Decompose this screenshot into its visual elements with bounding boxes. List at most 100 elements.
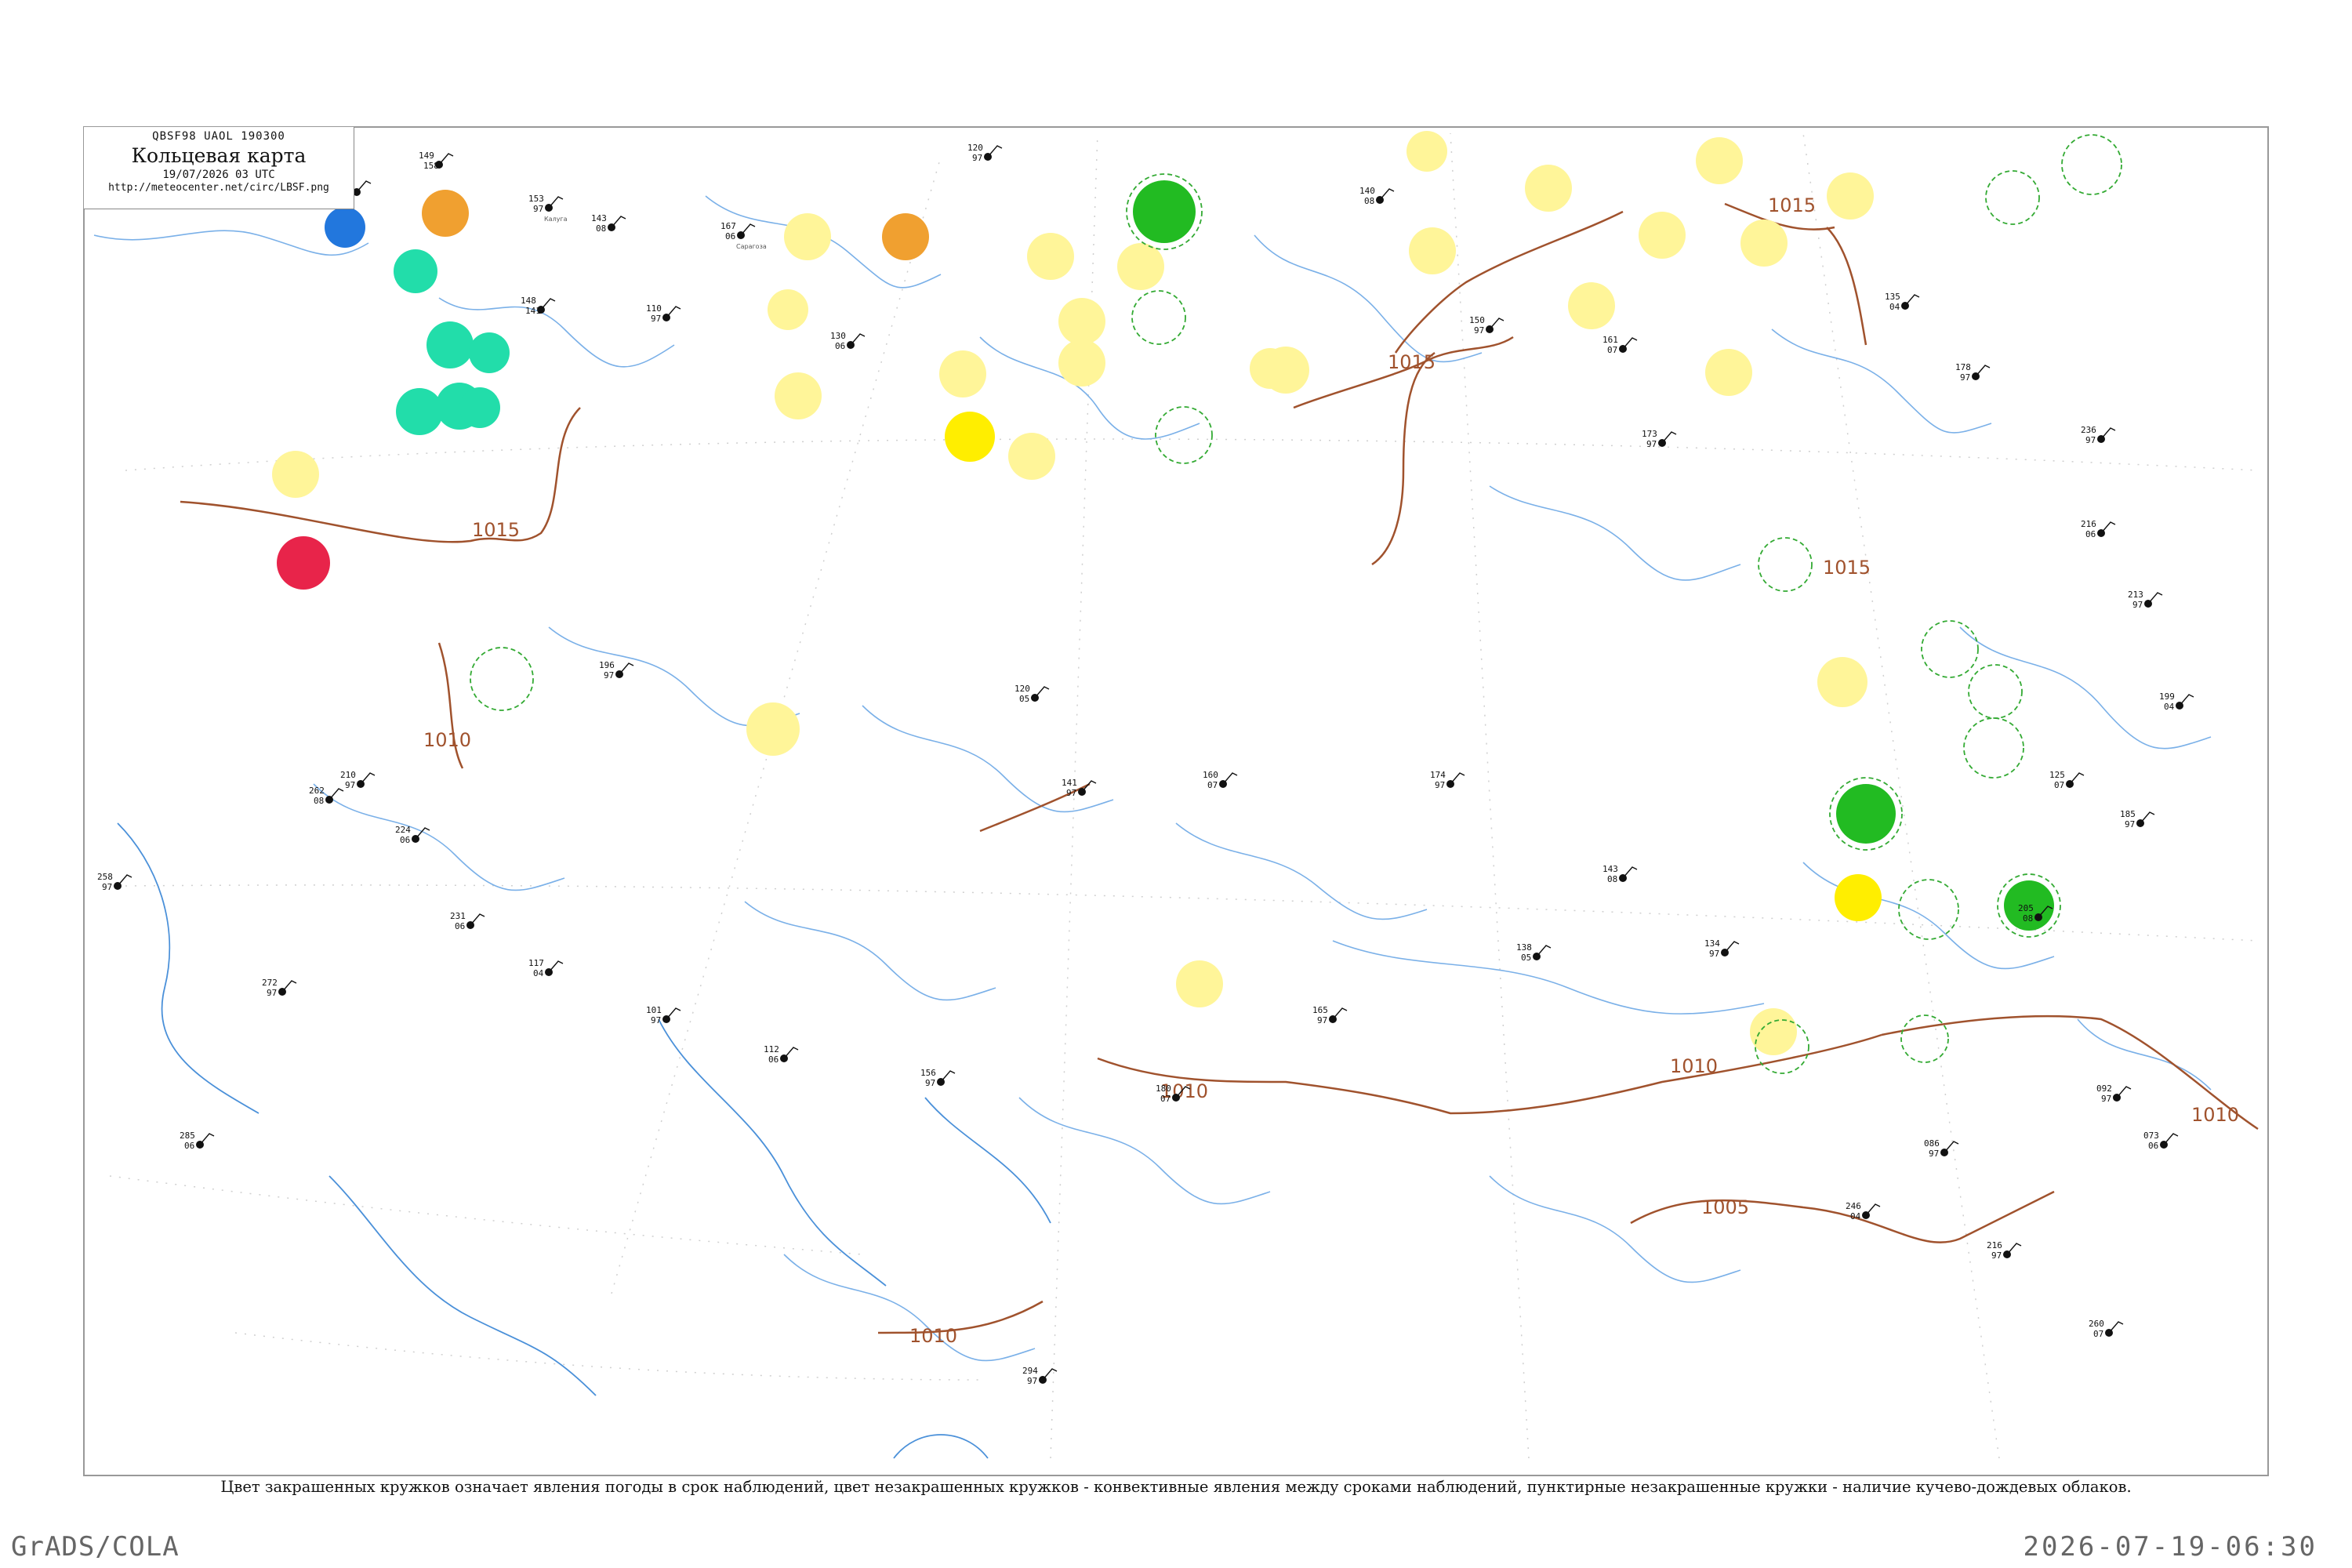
wind-barb [1450, 772, 1465, 785]
station-pressure: 97 [1474, 325, 1484, 336]
station-plot: 19697 [599, 660, 634, 681]
station-pressure: 97 [1435, 780, 1445, 790]
station-temp: 205 [2018, 903, 2034, 913]
station-pressure: 08 [314, 796, 324, 806]
station-plot: 10197 [646, 1005, 681, 1025]
station-temp: 213 [2128, 590, 2143, 600]
wind-barb [1042, 1368, 1058, 1381]
wind-barb [117, 874, 132, 887]
wind-barb [1975, 365, 1991, 377]
isobar-label: 1015 [1768, 194, 1816, 216]
station-name: Калуга [544, 216, 568, 223]
haze-circle [1176, 960, 1223, 1007]
wind-barb [2179, 694, 2194, 706]
haze-circle [1406, 131, 1447, 172]
haze-circle [1008, 433, 1055, 480]
shower-circle [469, 332, 510, 373]
station-pressure: 04 [2164, 702, 2175, 712]
station-plot: 12097 [967, 143, 1003, 163]
station-pressure: 07 [1607, 345, 1617, 355]
station-pressure: 05 [1521, 953, 1531, 963]
station-pressure: 97 [1991, 1250, 2002, 1261]
map-title: Кольцевая карта [131, 144, 307, 167]
wind-barb [328, 788, 344, 800]
station-pressure: 06 [725, 231, 735, 241]
haze-circle [1117, 243, 1164, 290]
station-pressure: 04 [1889, 302, 1900, 312]
wind-barb [281, 980, 297, 993]
station-plot: 16007 [1203, 770, 1238, 790]
storm-circle [277, 536, 330, 590]
wind-barb [1536, 945, 1552, 957]
wind-barb [619, 662, 634, 675]
station-plot: 24604 [1846, 1201, 1881, 1221]
isobars [180, 202, 2259, 1334]
weather-map: 1015 1015 1015 1015 1010 1010 1010 1010 … [83, 126, 2269, 1476]
haze-circle [1817, 657, 1867, 707]
station-pressure: 97 [925, 1078, 935, 1088]
haze-circle [746, 702, 800, 756]
haze-circle [1250, 348, 1290, 389]
station-temp: 135 [1885, 292, 1900, 302]
station-temp: 073 [2143, 1131, 2159, 1141]
station-temp: 216 [1987, 1240, 2002, 1250]
station-pressure: 158 [423, 161, 439, 171]
station-plot: 14308 [1602, 864, 1638, 884]
wind-barb [740, 223, 756, 236]
station-plot: 16706Сарагоза [720, 221, 767, 250]
station-pressure: 08 [596, 223, 606, 234]
station-pressure: 97 [1646, 439, 1657, 449]
station-temp: 231 [450, 911, 466, 921]
wind-barb [666, 1007, 681, 1020]
station-temp: 161 [1602, 335, 1618, 345]
isobar-label: 1010 [2191, 1104, 2239, 1126]
station-plot: 18597 [2120, 809, 2155, 829]
haze-circle [1027, 233, 1074, 280]
station-name: Сарагоза [736, 243, 767, 250]
phenomenon-circles [272, 131, 2054, 1055]
wind-barb [611, 216, 626, 228]
station-temp: 160 [1203, 770, 1218, 780]
station-plot: 148141 [521, 296, 556, 316]
isobar-label: 1015 [472, 519, 520, 541]
station-plot: 15397Калуга [528, 194, 568, 223]
station-plot: 13006 [830, 331, 866, 351]
bulletin-code: QBSF98 UAOL 190300 [152, 130, 285, 143]
wind-barb [850, 333, 866, 346]
wind-barb [1622, 337, 1638, 350]
station-pressure: 97 [1317, 1015, 1327, 1025]
isobar-label: 1010 [1670, 1055, 1718, 1077]
station-temp: 260 [2089, 1319, 2104, 1329]
station-temp: 285 [180, 1131, 195, 1141]
station-plot: 14308 [591, 213, 626, 234]
shower-circle [394, 249, 437, 293]
haze-circle [1568, 282, 1615, 329]
station-plot: 17397 [1642, 429, 1677, 449]
wind-barb [2140, 811, 2155, 824]
station-temp: 199 [2159, 691, 2175, 702]
station-temp: 180 [1156, 1083, 1171, 1094]
wind-barb [1332, 1007, 1348, 1020]
station-pressure: 97 [1929, 1149, 1939, 1159]
station-plot: 17497 [1430, 770, 1465, 790]
shower-circle [426, 321, 474, 368]
map-title-box: QBSF98 UAOL 190300 Кольцевая карта 19/07… [84, 127, 354, 209]
haze-circle [1696, 137, 1743, 184]
station-plot: 17897 [1955, 362, 1991, 383]
wind-barb [548, 196, 564, 209]
station-temp: 258 [97, 872, 113, 882]
station-pressure: 97 [1960, 372, 1970, 383]
isobar-label: 1010 [909, 1325, 957, 1347]
station-plot: 149158 [419, 151, 454, 171]
station-plot: 12005 [1014, 684, 1050, 704]
station-pressure: 07 [2093, 1329, 2103, 1339]
station-plot: 15097 [1469, 315, 1504, 336]
wind-barb [199, 1133, 215, 1145]
station-plots: 1491581640715397Калуга1430816706Сарагоза… [97, 143, 2194, 1386]
station-temp: 153 [528, 194, 544, 204]
station-plot: 25897 [97, 872, 132, 892]
station-plot: 27297 [262, 978, 297, 998]
fog-circle [882, 213, 929, 260]
haze-circle [1750, 1008, 1797, 1055]
haze-circle [784, 213, 831, 260]
